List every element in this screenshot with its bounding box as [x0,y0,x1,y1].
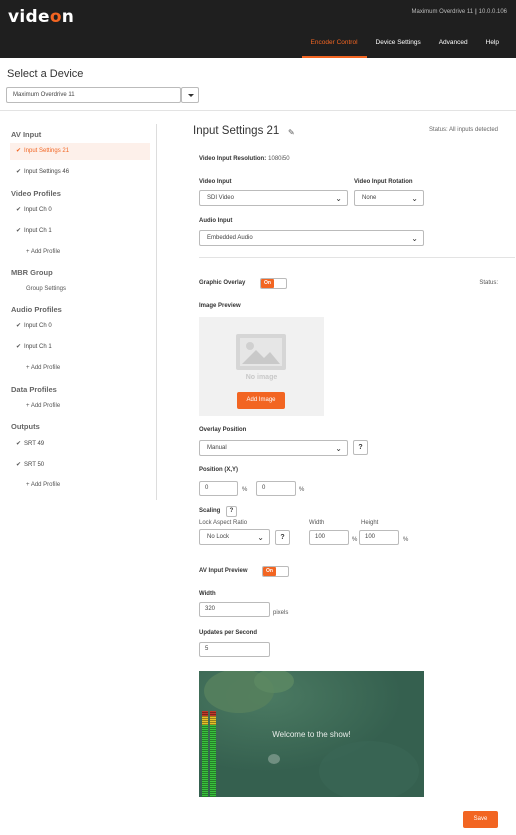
add-audio-profile-link[interactable]: + Add Profile [26,365,60,371]
position-label: Position (X,Y) [199,467,238,473]
aspect-ratio-label: Lock Aspect Ratio [199,520,248,526]
position-x-input[interactable]: 0 [199,481,238,496]
sidebar-heading-av-input: AV Input [11,130,42,139]
section-divider [0,110,516,111]
check-icon: ✔ [16,323,22,329]
check-icon: ✔ [16,441,22,447]
chevron-down-icon: ⌄ [335,444,342,453]
av-preview-label: AV Input Preview [199,568,248,574]
scaling-label: Scaling [199,508,221,514]
device-name: Maximum Overdrive 11 [411,9,474,15]
sidebar-item-video-ch0[interactable]: ✔ Input Ch 0 [10,202,150,219]
graphic-overlay-toggle[interactable]: On [260,278,287,289]
add-output-profile-link[interactable]: + Add Profile [26,482,60,488]
av-preview-video: Welcome to the show! [199,671,424,797]
image-placeholder-icon [236,334,286,370]
audio-meter-left [202,711,208,797]
add-data-profile-link[interactable]: + Add Profile [26,403,60,409]
no-image-text: No image [245,374,278,381]
sidebar-item-srt-50[interactable]: ✔ SRT 50 [10,457,150,474]
sidebar-heading-outputs: Outputs [11,422,40,431]
width-input[interactable]: 320 [199,602,270,617]
scale-height-unit: % [403,537,409,543]
position-y-unit: % [299,487,305,493]
audio-input-label: Audio Input [199,218,233,224]
nav-encoder-control[interactable]: Encoder Control [301,28,367,58]
overlay-position-help-button[interactable]: ? [353,440,368,455]
overlay-position-label: Overlay Position [199,427,247,433]
av-preview-toggle[interactable]: On [262,566,289,577]
aspect-help-button[interactable]: ? [275,530,290,545]
overlay-status: Status: [479,280,498,286]
chevron-down-icon: ⌄ [411,194,418,203]
resolution-label: Video Input Resolution: [199,156,267,162]
audio-input-select[interactable]: Embedded Audio ⌄ [199,230,424,246]
select-device-title: Select a Device [7,68,84,80]
check-icon: ✔ [16,207,22,213]
scale-height-input[interactable]: 100 [359,530,399,545]
chevron-down-icon: ⌄ [335,194,342,203]
position-y-input[interactable]: 0 [256,481,296,496]
image-preview-label: Image Preview [199,303,241,309]
sidebar-item-srt-49[interactable]: ✔ SRT 49 [10,436,150,453]
check-icon: ✔ [16,462,22,468]
sidebar-divider [156,124,157,500]
device-info: Maximum Overdrive 11 | 10.0.0.106 [411,9,508,15]
sidebar-item-input-settings-21[interactable]: ✔ Input Settings 21 [10,143,150,160]
nav-advanced[interactable]: Advanced [430,28,477,58]
input-status: Status: All inputs detected [428,127,498,133]
scaling-help-button[interactable]: ? [226,506,237,517]
updates-label: Updates per Second [199,630,258,636]
scale-width-label: Width [309,520,325,526]
sidebar-heading-mbr-group: MBR Group [11,268,53,277]
sidebar-heading-audio-profiles: Audio Profiles [11,305,62,314]
page-title: Input Settings 21 [193,125,280,137]
sidebar-item-group-settings[interactable]: Group Settings [26,286,66,292]
resolution-row: Video Input Resolution: 1080i50 [199,155,290,162]
scale-height-label: Height [361,520,379,526]
aspect-ratio-select[interactable]: No Lock ⌄ [199,529,270,545]
chevron-down-icon: ⌄ [257,533,264,542]
width-unit: pixels [273,610,289,616]
check-icon: ✔ [16,344,22,350]
sidebar-heading-data-profiles: Data Profiles [11,385,57,394]
device-ip: 10.0.0.106 [478,9,507,15]
graphic-overlay-label: Graphic Overlay [199,280,246,286]
rotation-select[interactable]: None ⌄ [354,190,424,206]
video-caption: Welcome to the show! [272,730,351,739]
device-dropdown-button[interactable] [181,87,199,103]
updates-input[interactable]: 5 [199,642,270,657]
add-video-profile-link[interactable]: + Add Profile [26,249,60,255]
rotation-label: Video Input Rotation [354,179,413,185]
add-image-button[interactable]: Add Image [237,392,285,409]
position-x-unit: % [242,487,248,493]
device-select[interactable]: Maximum Overdrive 11 [6,87,181,103]
sidebar-item-video-ch1[interactable]: ✔ Input Ch 1 [10,223,150,240]
section-divider [199,257,515,258]
scale-width-unit: % [352,537,358,543]
nav-help[interactable]: Help [477,28,508,58]
image-preview-box: No image Add Image [199,317,324,416]
check-icon: ✔ [16,148,22,154]
overlay-position-select[interactable]: Manual ⌄ [199,440,348,456]
nav-device-settings[interactable]: Device Settings [367,28,430,58]
save-button[interactable]: Save [463,811,498,828]
video-input-label: Video Input [199,179,232,185]
scale-width-input[interactable]: 100 [309,530,349,545]
sidebar-item-audio-ch1[interactable]: ✔ Input Ch 1 [10,339,150,356]
resolution-value: 1080i50 [268,156,290,162]
chevron-down-icon: ⌄ [411,234,418,243]
videon-logo[interactable]: videon [8,7,74,27]
check-icon: ✔ [16,169,22,175]
sidebar-item-audio-ch0[interactable]: ✔ Input Ch 0 [10,318,150,335]
top-bar: videon Maximum Overdrive 11 | 10.0.0.106 E… [0,0,516,58]
video-input-select[interactable]: SDI Video ⌄ [199,190,348,206]
pencil-icon[interactable]: ✎ [288,128,295,137]
audio-meter-right [210,711,216,797]
check-icon: ✔ [16,228,22,234]
main-nav: Encoder Control Device Settings Advanced… [301,28,508,58]
sidebar-item-input-settings-46[interactable]: ✔ Input Settings 46 [10,164,150,181]
width-label: Width [199,591,216,597]
sidebar-heading-video-profiles: Video Profiles [11,189,61,198]
